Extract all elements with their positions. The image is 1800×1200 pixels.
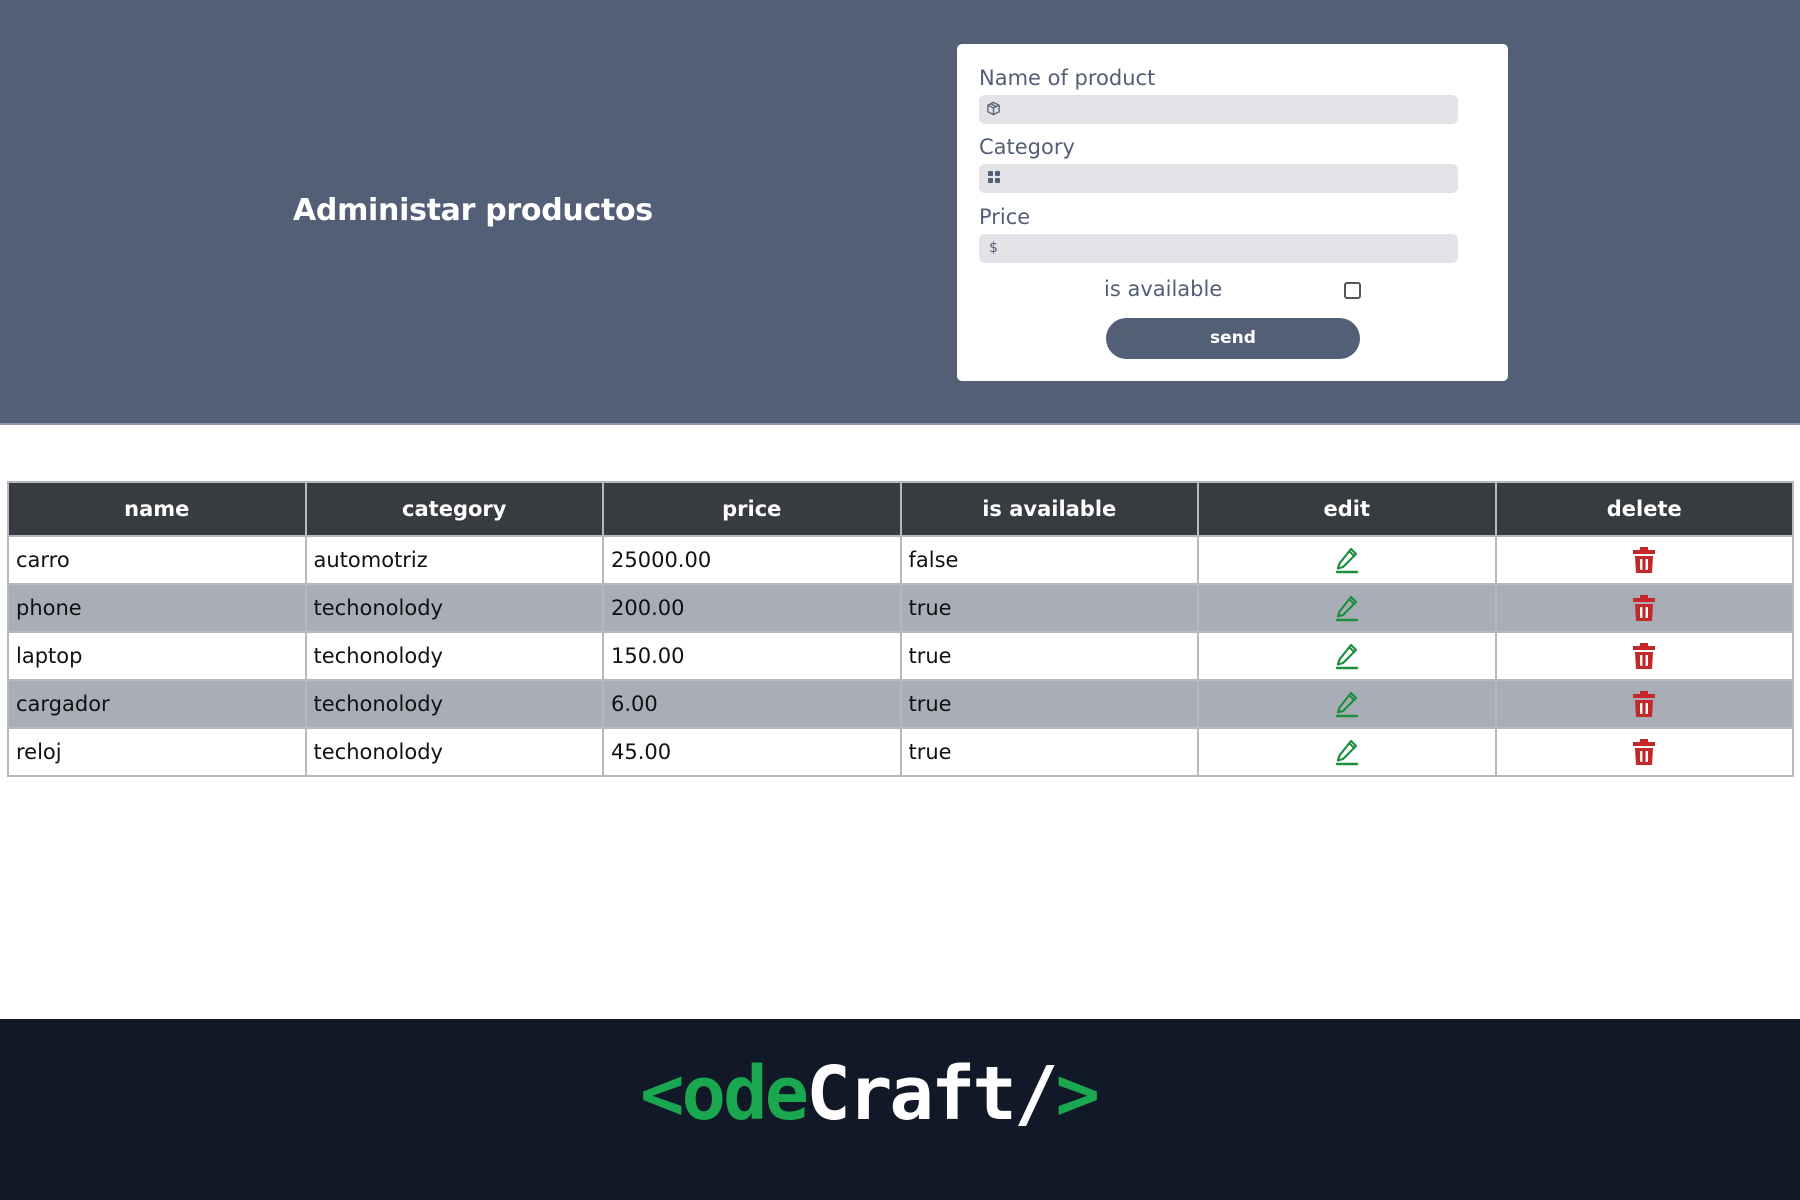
cell-available: true <box>899 583 1199 633</box>
cell-available: true <box>899 727 1199 777</box>
column-header-price: price <box>602 481 902 537</box>
trash-icon <box>1633 691 1656 717</box>
is-available-checkbox[interactable] <box>1344 282 1361 299</box>
delete-button[interactable] <box>1631 595 1657 621</box>
pencil-icon <box>1335 691 1358 718</box>
delete-button[interactable] <box>1631 547 1657 573</box>
name-input[interactable] <box>1009 95 1449 124</box>
products-table-wrapper: name category price is available edit de… <box>7 481 1794 777</box>
cell-price: 150.00 <box>602 631 902 681</box>
edit-cell <box>1197 535 1497 585</box>
table-header-row: name category price is available edit de… <box>7 481 1794 537</box>
cell-category: techonolody <box>304 727 604 777</box>
trash-icon <box>1633 595 1656 621</box>
edit-button[interactable] <box>1334 739 1360 766</box>
category-label: Category <box>979 135 1075 159</box>
delete-cell <box>1494 727 1794 777</box>
pencil-icon <box>1335 595 1358 622</box>
cell-name: reloj <box>7 727 307 777</box>
cell-name: phone <box>7 583 307 633</box>
grid-icon <box>985 170 1002 187</box>
cell-category: techonolody <box>304 583 604 633</box>
edit-cell <box>1197 727 1497 777</box>
edit-button[interactable] <box>1334 547 1360 574</box>
page-title: Administar productos <box>293 193 653 228</box>
pencil-icon <box>1335 547 1358 574</box>
header-band: Administar productos Name of product Cat… <box>0 0 1800 425</box>
column-header-category: category <box>304 481 604 537</box>
delete-button[interactable] <box>1631 691 1657 717</box>
cell-name: laptop <box>7 631 307 681</box>
column-header-is-available: is available <box>899 481 1199 537</box>
trash-icon <box>1633 643 1656 669</box>
cell-price: 45.00 <box>602 727 902 777</box>
table-row: carro automotriz 25000.00 false <box>7 535 1794 585</box>
product-form: Name of product Category Price $ is avai… <box>957 44 1508 381</box>
cell-available: false <box>899 535 1199 585</box>
column-header-name: name <box>7 481 307 537</box>
table-row: phone techonolody 200.00 true <box>7 583 1794 633</box>
delete-cell <box>1494 631 1794 681</box>
cell-name: carro <box>7 535 307 585</box>
price-input[interactable] <box>1009 234 1449 263</box>
products-table: name category price is available edit de… <box>7 481 1794 777</box>
category-input[interactable] <box>1009 164 1449 193</box>
cell-available: true <box>899 679 1199 729</box>
table-row: cargador techonolody 6.00 true <box>7 679 1794 729</box>
cube-icon <box>985 101 1002 118</box>
price-label: Price <box>979 205 1031 229</box>
edit-cell <box>1197 679 1497 729</box>
delete-cell <box>1494 583 1794 633</box>
cell-category: automotriz <box>304 535 604 585</box>
cell-name: cargador <box>7 679 307 729</box>
logo-part-green: <ode <box>640 1051 809 1137</box>
edit-button[interactable] <box>1334 643 1360 670</box>
delete-cell <box>1494 535 1794 585</box>
delete-button[interactable] <box>1631 643 1657 669</box>
cell-category: techonolody <box>304 679 604 729</box>
name-field-wrapper <box>979 95 1458 124</box>
logo-part-white: Craft/ <box>806 1051 1058 1137</box>
name-label: Name of product <box>979 66 1156 90</box>
cell-price: 6.00 <box>602 679 902 729</box>
delete-button[interactable] <box>1631 739 1657 765</box>
table-row: laptop techonolody 150.00 true <box>7 631 1794 681</box>
pencil-icon <box>1335 739 1358 766</box>
category-field-wrapper <box>979 164 1458 193</box>
dollar-icon: $ <box>989 240 998 256</box>
edit-button[interactable] <box>1334 595 1360 622</box>
cell-price: 25000.00 <box>602 535 902 585</box>
column-header-edit: edit <box>1197 481 1497 537</box>
codecraft-logo: <odeCraft/> <box>640 1049 1101 1139</box>
cell-available: true <box>899 631 1199 681</box>
pencil-icon <box>1335 643 1358 670</box>
edit-button[interactable] <box>1334 691 1360 718</box>
column-header-delete: delete <box>1494 481 1794 537</box>
cell-category: techonolody <box>304 631 604 681</box>
trash-icon <box>1633 547 1656 573</box>
price-field-wrapper: $ <box>979 234 1458 263</box>
logo-part-green-end: > <box>1055 1051 1101 1137</box>
edit-cell <box>1197 583 1497 633</box>
delete-cell <box>1494 679 1794 729</box>
send-button[interactable]: send <box>1106 318 1360 359</box>
trash-icon <box>1633 739 1656 765</box>
edit-cell <box>1197 631 1497 681</box>
is-available-label: is available <box>1104 277 1223 301</box>
footer: <odeCraft/> <box>0 1019 1800 1200</box>
table-row: reloj techonolody 45.00 true <box>7 727 1794 777</box>
cell-price: 200.00 <box>602 583 902 633</box>
